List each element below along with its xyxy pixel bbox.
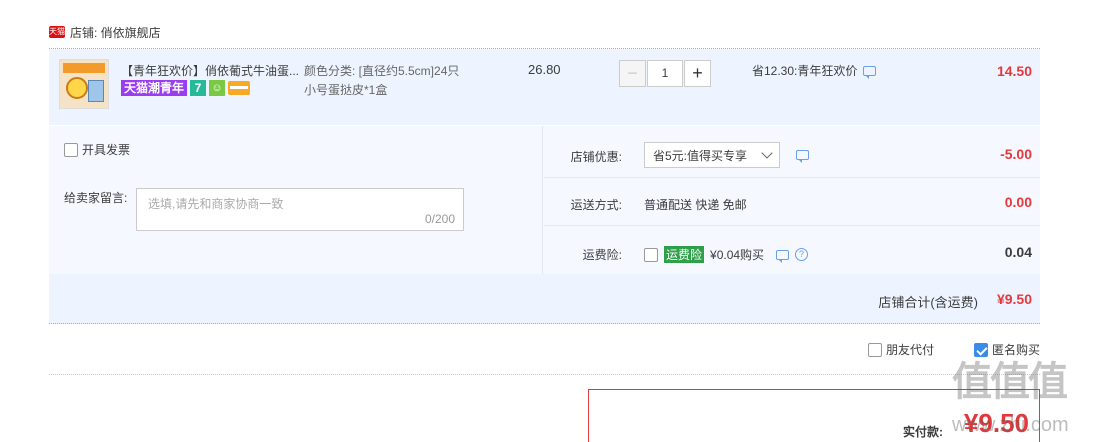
tmall-icon: 天猫 [49,26,65,38]
friend-pay-option[interactable]: 朋友代付 [867,341,934,358]
tag-7day-return: 7 [190,80,207,96]
insurance-row: 运费险: 运费险 ¥0.04购买 ? 0.04 [544,228,1040,276]
order-options-left: 开具发票 给卖家留言: 选填,请先和商家协商一致 0/200 [49,126,543,274]
insurance-checkbox[interactable] [644,247,658,262]
message-label: 给卖家留言: [64,191,128,205]
chat-bubble-icon[interactable] [863,65,877,79]
discount-value: -5.00 [1000,146,1032,162]
product-spec: 颜色分类: [直径约5.5cm]24只 小号蛋挞皮*1盒 [304,62,504,100]
discount-label: 店铺优惠: [570,150,622,164]
item-saving: 省12.30:青年狂欢价 [752,62,877,79]
anonymous-checkbox[interactable] [973,342,988,357]
increase-button[interactable]: + [684,60,711,87]
credit-card-icon [228,81,251,95]
payment-label: 实付款: [903,425,943,439]
shop-subtotal-row: 店铺合计(含运费) ¥9.50 [49,274,1040,324]
quantity-stepper: − 1 + [619,60,711,87]
decrease-button[interactable]: − [619,60,646,87]
discount-select[interactable]: 省5元:值得买专享 [644,142,780,168]
chat-bubble-icon[interactable] [776,249,790,263]
message-placeholder: 选填,请先和商家协商一致 [148,197,284,211]
invoice-option[interactable]: 开具发票 [64,141,130,158]
tag-tmall-youth: 天猫潮青年 [121,80,188,96]
friend-pay-label: 朋友代付 [885,343,934,357]
invoice-label: 开具发票 [82,143,131,157]
saving-text: 省12.30:青年狂欢价 [752,64,858,78]
discount-selected: 省5元:值得买专享 [653,148,748,163]
chevron-down-icon [761,147,773,159]
product-tags: 天猫潮青年 7 ☺ [121,80,251,96]
anonymous-option[interactable]: 匿名购买 [973,341,1040,358]
invoice-checkbox[interactable] [64,142,78,157]
spec-line: 小号蛋挞皮*1盒 [304,83,388,97]
message-char-count: 0/200 [424,212,455,226]
subtotal-value: ¥9.50 [996,291,1032,307]
chat-bubble-icon[interactable] [796,150,809,163]
insurance-badge: 运费险 [664,246,705,263]
watermark-url: www.zhi.com [952,414,1069,436]
cart-item-row: 【青年狂欢价】俏依葡式牛油蛋... 天猫潮青年 7 ☺ 颜色分类: [直径约5.… [49,49,1040,125]
message-textarea[interactable]: 选填,请先和商家协商一致 0/200 [136,188,464,231]
help-icon[interactable]: ? [795,248,809,261]
shipping-value: 0.00 [1004,194,1032,210]
insurance-label: 运费险: [582,248,622,262]
shipping-method: 普通配送 快递 免邮 [644,198,747,212]
friend-pay-checkbox[interactable] [867,342,882,357]
insurance-price: ¥0.04购买 [710,248,765,262]
shop-header: 天猫 店铺: 俏依旗舰店 [49,24,161,40]
subtotal-label: 店铺合计(含运费) [878,295,978,310]
product-title[interactable]: 【青年狂欢价】俏依葡式牛油蛋... [121,62,301,79]
shipping-label: 运送方式: [570,198,622,212]
tag-guarantee-icon: ☺ [209,80,226,96]
watermark-logo: 值值值 [952,360,1068,404]
product-thumbnail[interactable] [59,59,109,109]
shipping-row: 运送方式: 普通配送 快递 免邮 0.00 [544,178,1040,226]
spec-line: 颜色分类: [直径约5.5cm]24只 [304,64,460,78]
shop-discount-row: 店铺优惠: 省5元:值得买专享 -5.00 [544,130,1040,178]
payment-options: 朋友代付 匿名购买 [867,341,1040,358]
unit-price: 26.80 [528,62,561,77]
quantity-input[interactable]: 1 [647,60,683,87]
insurance-value: 0.04 [1004,244,1032,260]
order-options: 开具发票 给卖家留言: 选填,请先和商家协商一致 0/200 店铺优惠: 省5元… [49,126,1040,274]
anonymous-label: 匿名购买 [991,343,1040,357]
item-total: 14.50 [996,63,1032,79]
divider [49,374,1040,375]
shop-name[interactable]: 店铺: 俏依旗舰店 [70,24,161,41]
